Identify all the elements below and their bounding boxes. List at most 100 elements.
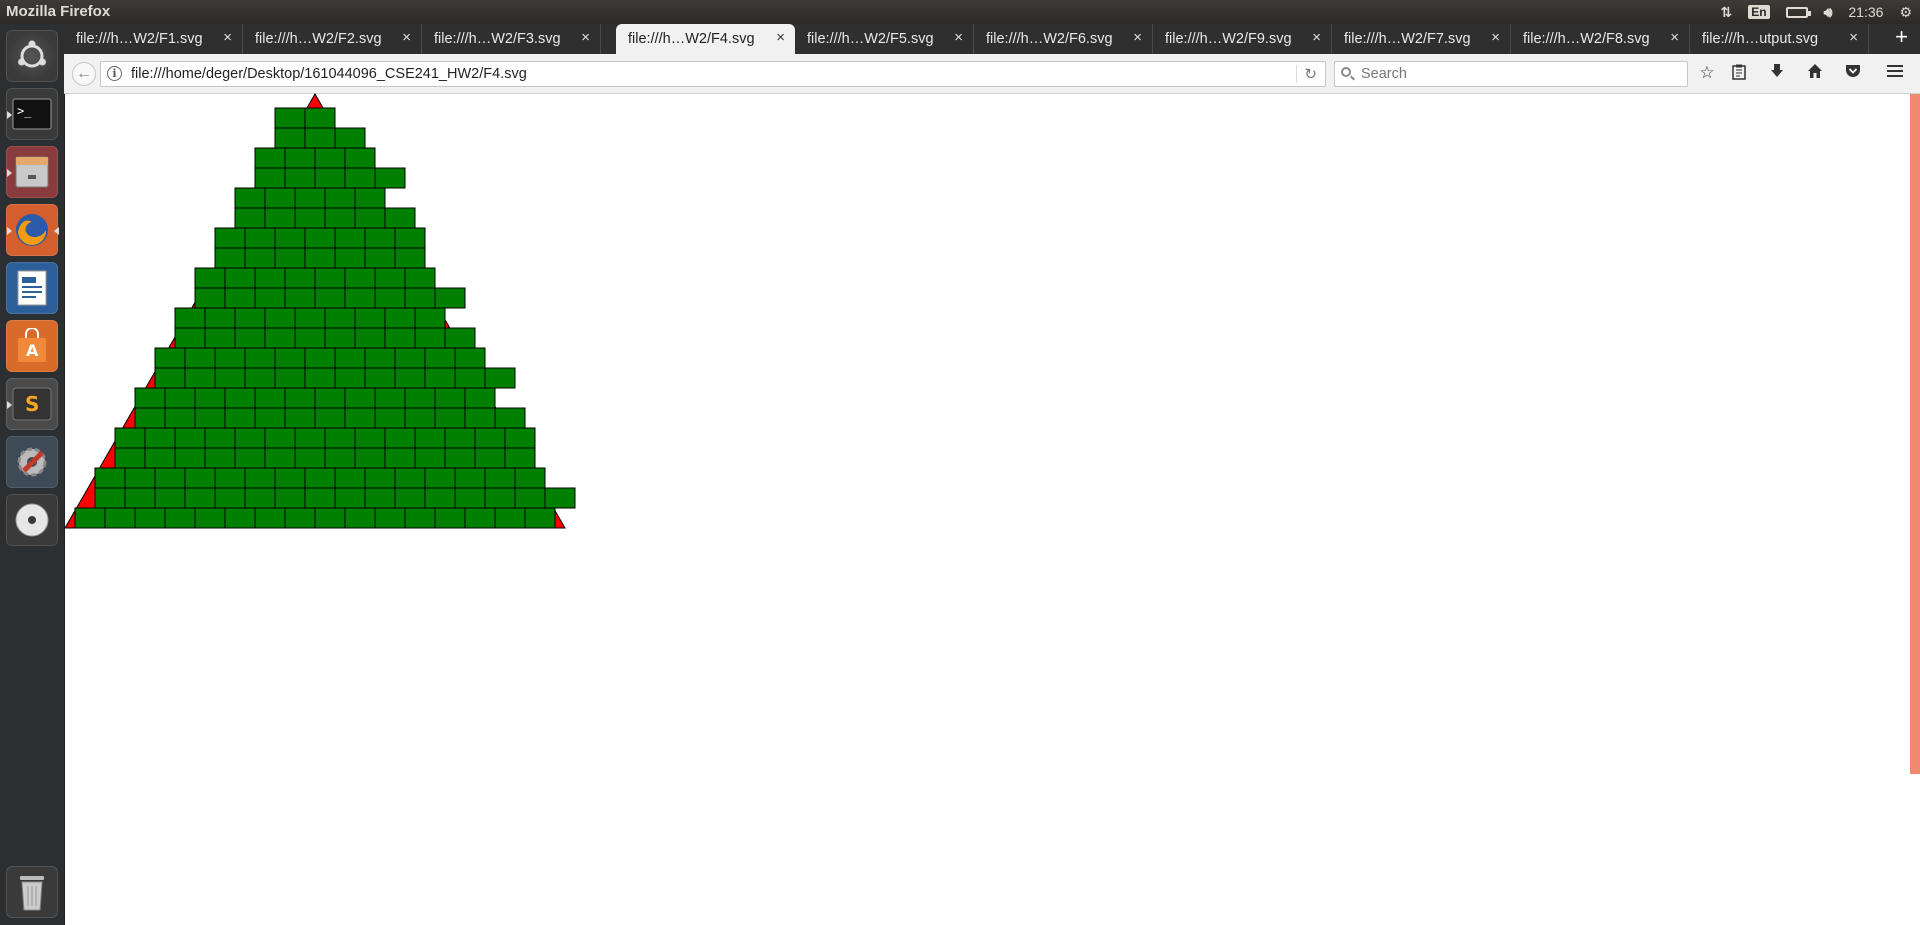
brick [344, 507, 376, 529]
pocket-icon[interactable] [1842, 63, 1864, 84]
close-icon[interactable]: × [954, 29, 963, 46]
brick [404, 267, 436, 289]
star-bookmark-icon[interactable]: ☆ [1696, 63, 1718, 83]
back-button[interactable]: ← [72, 62, 96, 86]
tab-f7[interactable]: file:///h…W2/F7.svg × [1332, 24, 1511, 54]
close-icon[interactable]: × [1849, 29, 1858, 46]
network-updown-icon[interactable]: ⇅ [1720, 4, 1732, 21]
brick [484, 487, 516, 509]
file-cabinet-icon[interactable] [6, 146, 58, 198]
brick [424, 367, 456, 389]
brick [344, 147, 376, 169]
brick [374, 507, 406, 529]
trash-icon[interactable] [6, 866, 58, 918]
brick [214, 347, 246, 369]
download-icon[interactable] [1766, 63, 1788, 84]
search-icon [1341, 67, 1351, 77]
brick [454, 467, 486, 489]
brick [354, 447, 386, 469]
brick [174, 427, 206, 449]
tab-f4[interactable]: file:///h…W2/F4.svg × [616, 24, 795, 54]
brick [334, 487, 366, 509]
brick [334, 347, 366, 369]
brick [444, 447, 476, 469]
brick [154, 367, 186, 389]
brick [154, 347, 186, 369]
brick [414, 327, 446, 349]
brick [134, 507, 166, 529]
info-icon[interactable]: i [107, 66, 122, 81]
tab-f9[interactable]: file:///h…W2/F9.svg × [1153, 24, 1332, 54]
brick [324, 447, 356, 469]
brick [234, 207, 266, 229]
brick [204, 447, 236, 469]
tab-f6[interactable]: file:///h…W2/F6.svg × [974, 24, 1153, 54]
close-icon[interactable]: × [1133, 29, 1142, 46]
keyboard-layout-indicator[interactable]: En [1748, 5, 1770, 19]
close-icon[interactable]: × [581, 29, 590, 46]
close-icon[interactable]: × [1670, 29, 1679, 46]
brick [484, 467, 516, 489]
gear-icon[interactable]: ⚙ [1899, 4, 1912, 21]
tab-label: file:///h…W2/F2.svg [255, 31, 382, 47]
brick [454, 487, 486, 509]
brick [244, 247, 276, 269]
new-tab-button[interactable]: + [1895, 24, 1908, 50]
hamburger-menu-icon[interactable] [1884, 63, 1906, 83]
brick [144, 447, 176, 469]
tab-f8[interactable]: file:///h…W2/F8.svg × [1511, 24, 1690, 54]
brick [134, 387, 166, 409]
firefox-icon[interactable] [6, 204, 59, 256]
tab-f1[interactable]: file:///h…W2/F1.svg × [64, 24, 243, 54]
brick [354, 307, 386, 329]
tab-f2[interactable]: file:///h…W2/F2.svg × [243, 24, 422, 54]
reload-icon[interactable]: ↻ [1296, 65, 1317, 83]
brick-wall [74, 107, 576, 529]
brick [314, 167, 346, 189]
brick [254, 387, 286, 409]
url-bar[interactable]: i file:///home/deger/Desktop/161044096_C… [100, 61, 1326, 87]
shopping-bag-icon[interactable]: A [6, 320, 58, 372]
search-bar[interactable] [1334, 61, 1688, 87]
writer-document-icon[interactable] [6, 262, 58, 314]
close-icon[interactable]: × [1491, 29, 1500, 46]
volume-icon[interactable]: 🔊︎ [1824, 4, 1833, 21]
home-icon[interactable] [1804, 63, 1826, 84]
brick [164, 507, 196, 529]
sublime-text-icon[interactable]: S [6, 378, 58, 430]
clock[interactable]: 21:36 [1848, 4, 1883, 20]
brick [344, 387, 376, 409]
brick [334, 367, 366, 389]
settings-wrench-icon[interactable] [6, 436, 58, 488]
tab-f3[interactable]: file:///h…W2/F3.svg × [422, 24, 601, 54]
brick [214, 247, 246, 269]
tab-label: file:///h…W2/F6.svg [986, 31, 1113, 47]
close-icon[interactable]: × [1312, 29, 1321, 46]
url-text[interactable]: file:///home/deger/Desktop/161044096_CSE… [131, 66, 527, 82]
brick [444, 427, 476, 449]
close-icon[interactable]: × [402, 29, 411, 46]
brick [274, 247, 306, 269]
brick [114, 447, 146, 469]
brick [284, 167, 316, 189]
brick [364, 487, 396, 509]
terminal-icon[interactable]: >_ [6, 88, 58, 140]
tab-output[interactable]: file:///h…utput.svg × [1690, 24, 1869, 54]
brick [394, 347, 426, 369]
ubuntu-logo-icon[interactable] [6, 30, 58, 82]
disc-icon[interactable] [6, 494, 58, 546]
search-input[interactable] [1359, 65, 1683, 83]
reading-list-icon[interactable] [1728, 64, 1750, 84]
brick [184, 367, 216, 389]
brick [314, 407, 346, 429]
navigation-bar: ← i file:///home/deger/Desktop/161044096… [64, 54, 1920, 94]
close-icon[interactable]: × [223, 29, 232, 46]
brick [224, 387, 256, 409]
scrollbar-thumb[interactable] [1910, 94, 1920, 774]
battery-icon[interactable] [1785, 6, 1811, 18]
brick [314, 287, 346, 309]
brick [274, 347, 306, 369]
brick [284, 267, 316, 289]
close-icon[interactable]: × [776, 29, 785, 46]
tab-f5[interactable]: file:///h…W2/F5.svg × [795, 24, 974, 54]
